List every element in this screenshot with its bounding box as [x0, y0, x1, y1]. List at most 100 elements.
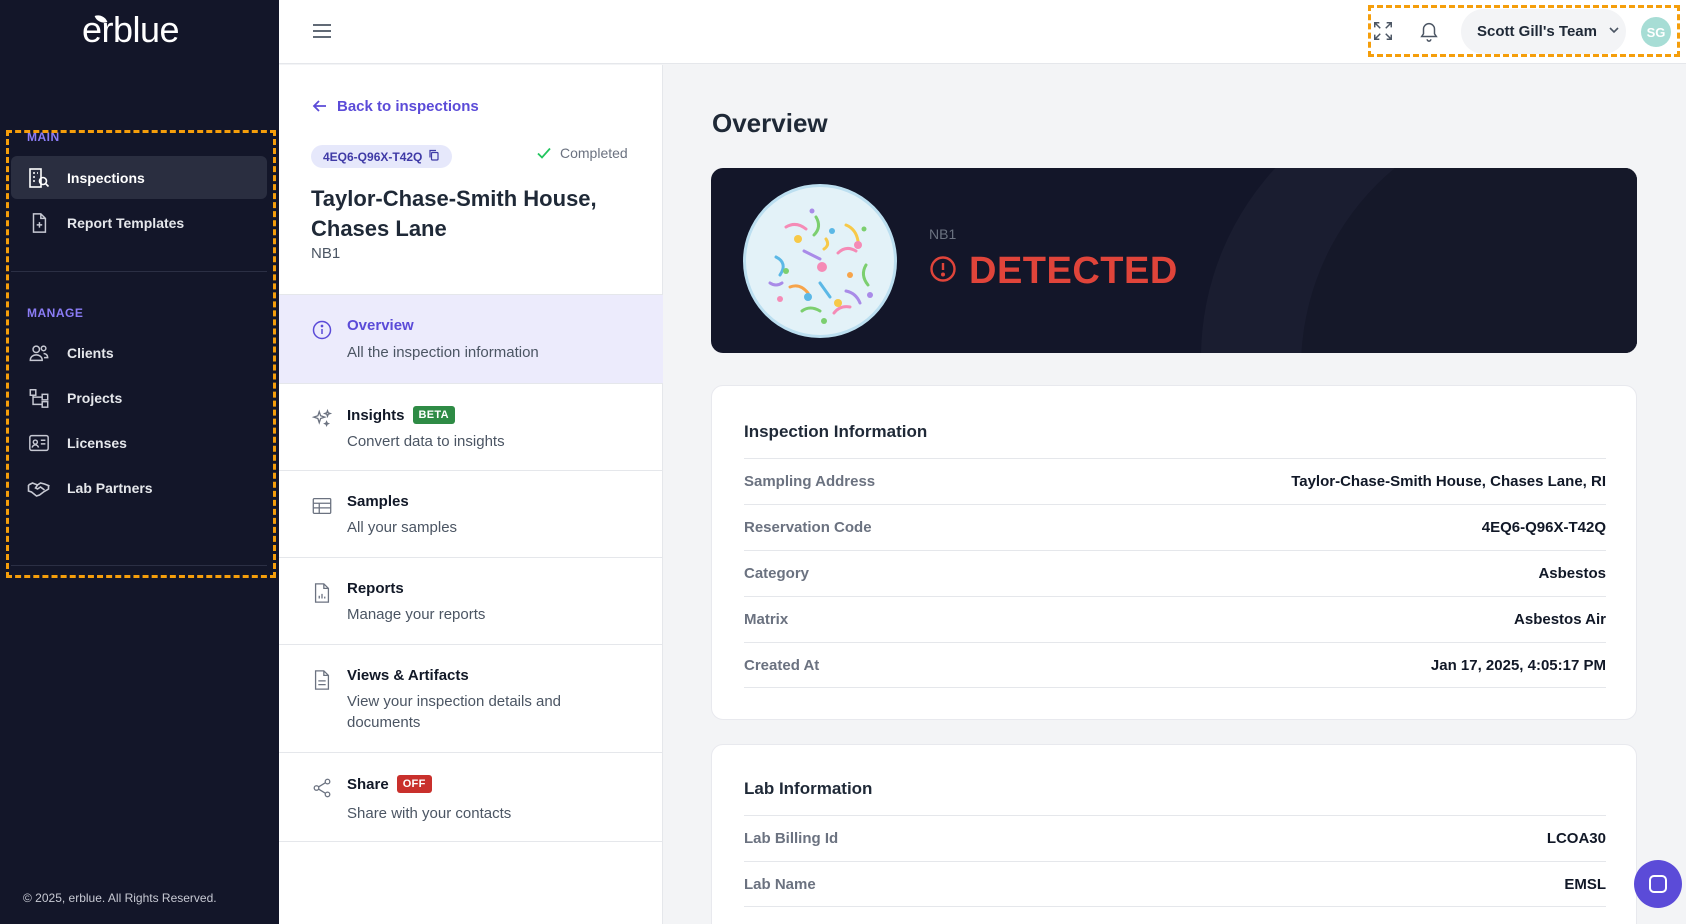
- sidebar-divider: [11, 565, 267, 566]
- sidebar-item-licenses[interactable]: Licenses: [11, 421, 267, 464]
- tab-reports[interactable]: Reports Manage your reports: [279, 557, 663, 644]
- copyright-footer: © 2025, erblue. All Rights Reserved.: [23, 891, 217, 905]
- info-key: Lab Billing Id: [744, 830, 839, 847]
- nav-description: Manage your reports: [347, 606, 486, 623]
- info-row: Category Asbestos: [744, 550, 1606, 596]
- info-value: 4EQ6-Q96X-T42Q: [1481, 519, 1606, 536]
- info-value: Asbestos Air: [1514, 611, 1606, 628]
- info-value: EMSL: [1564, 875, 1606, 893]
- card-title: Lab Information: [744, 779, 873, 798]
- sidebar-section-main: MAIN: [27, 130, 60, 144]
- fullscreen-icon[interactable]: [1370, 18, 1396, 44]
- sidebar-item-lab-partners[interactable]: Lab Partners: [11, 466, 267, 509]
- team-name: Scott Gill's Team: [1477, 23, 1597, 40]
- nav-title: Views & Artifacts: [347, 667, 469, 684]
- share-icon: [311, 777, 333, 799]
- building-search-icon: [27, 166, 51, 190]
- info-row: Created At Jan 17, 2025, 4:05:17 PM: [744, 642, 1606, 688]
- chevron-down-icon: [1607, 23, 1621, 41]
- team-selector[interactable]: Scott Gill's Team: [1461, 9, 1626, 54]
- sidebar-item-label: Report Templates: [67, 214, 185, 231]
- copy-icon[interactable]: [428, 149, 440, 164]
- sidebar-item-label: Inspections: [67, 169, 145, 186]
- id-card-icon: [27, 431, 51, 455]
- status-indicator: Completed: [536, 145, 628, 161]
- detection-status-text: DETECTED: [969, 250, 1178, 292]
- tab-views-artifacts[interactable]: Views & Artifacts View your inspection d…: [279, 644, 663, 752]
- back-link-label: Back to inspections: [337, 97, 479, 115]
- sidebar-item-label: Lab Partners: [67, 479, 153, 496]
- info-key: Lab Name: [744, 875, 816, 893]
- info-value: Asbestos: [1538, 565, 1606, 582]
- status-text: Completed: [560, 145, 628, 161]
- hero-sample-label: NB1: [929, 226, 957, 242]
- info-key: Category: [744, 565, 810, 582]
- nav-description: All the inspection information: [347, 344, 539, 361]
- inspection-subtitle: NB1: [311, 245, 341, 262]
- chat-icon: [1649, 875, 1667, 893]
- off-badge: OFF: [396, 775, 432, 793]
- info-key: Sampling Address: [744, 473, 876, 490]
- bell-icon[interactable]: [1416, 18, 1442, 44]
- sidebar-divider: [11, 271, 267, 272]
- sidebar-item-label: Projects: [67, 389, 123, 406]
- nav-title: Share: [347, 775, 389, 793]
- inspection-title: Taylor-Chase-Smith House, Chases Lane: [311, 186, 597, 241]
- nav-description: All your samples: [347, 519, 458, 536]
- table-icon: [311, 495, 333, 517]
- info-row: Reservation Code 4EQ6-Q96X-T42Q: [744, 504, 1606, 550]
- info-row: Lab Billing Id LCOA30: [744, 815, 1606, 861]
- sidebar-item-inspections[interactable]: Inspections: [11, 156, 267, 199]
- nav-title: Reports: [347, 580, 404, 597]
- report-file-icon: [311, 582, 333, 604]
- sidebar-item-label: Clients: [67, 344, 114, 361]
- sidebar-item-projects[interactable]: Projects: [11, 376, 267, 419]
- beta-badge: BETA: [412, 406, 455, 424]
- chat-launcher-button[interactable]: [1634, 860, 1682, 908]
- nav-description: Share with your contacts: [347, 805, 512, 822]
- reservation-code-chip[interactable]: 4EQ6-Q96X-T42Q: [311, 145, 453, 168]
- nav-title: Overview: [347, 317, 414, 334]
- hierarchy-icon: [27, 386, 51, 410]
- tab-samples[interactable]: Samples All your samples: [279, 470, 663, 557]
- info-key: Created At: [744, 656, 820, 674]
- avatar[interactable]: SG: [1641, 17, 1671, 47]
- check-icon: [537, 147, 551, 159]
- info-key: Matrix: [744, 611, 789, 628]
- sidebar-section-manage: MANAGE: [27, 306, 84, 320]
- nav-title: Samples: [347, 493, 409, 510]
- sidebar-item-report-templates[interactable]: Report Templates: [11, 201, 267, 244]
- erblue-logo[interactable]: erblue: [82, 8, 180, 52]
- tab-share[interactable]: Share OFF Share with your contacts: [279, 752, 663, 842]
- menu-toggle-icon[interactable]: [311, 20, 333, 42]
- sidebar-item-clients[interactable]: Clients: [11, 331, 267, 374]
- alert-circle-icon: [929, 250, 957, 293]
- info-row: Matrix Asbestos Air: [744, 596, 1606, 642]
- tab-overview[interactable]: Overview All the inspection information: [279, 294, 663, 383]
- info-icon: [311, 319, 333, 341]
- handshake-icon: [27, 476, 51, 500]
- detection-status: DETECTED: [929, 250, 1178, 293]
- page-title: Overview: [712, 108, 828, 138]
- info-value: LCOA30: [1546, 830, 1606, 847]
- sidebar: erblue MAIN Inspections Report Templates…: [0, 0, 279, 924]
- info-value: Jan 17, 2025, 4:05:17 PM: [1430, 656, 1606, 674]
- card-title: Inspection Information: [744, 422, 928, 441]
- tab-insights[interactable]: Insights BETA Convert data to insights: [279, 383, 663, 470]
- inspection-panel: Back to inspections 4EQ6-Q96X-T42Q Compl…: [279, 65, 663, 924]
- back-to-inspections-link[interactable]: Back to inspections: [311, 97, 479, 115]
- users-icon: [27, 341, 51, 365]
- file-plus-icon: [27, 211, 51, 235]
- info-value: Taylor-Chase-Smith House, Chases Lane, R…: [1291, 473, 1606, 490]
- sparkles-icon: [311, 408, 333, 430]
- lab-information-card: Lab Information Lab Billing Id LCOA30 La…: [711, 744, 1637, 924]
- nav-description: View your inspection details and documen…: [347, 693, 562, 731]
- sidebar-item-label: Licenses: [67, 434, 127, 451]
- nav-description: Convert data to insights: [347, 433, 505, 450]
- detection-hero-card: NB1 DETECTED: [711, 168, 1637, 353]
- info-key: Reservation Code: [744, 519, 872, 536]
- info-row: Sampling Address Taylor-Chase-Smith Hous…: [744, 458, 1606, 504]
- reservation-code: 4EQ6-Q96X-T42Q: [323, 149, 423, 164]
- arrow-left-icon: [312, 100, 326, 112]
- nav-title: Insights: [347, 406, 405, 424]
